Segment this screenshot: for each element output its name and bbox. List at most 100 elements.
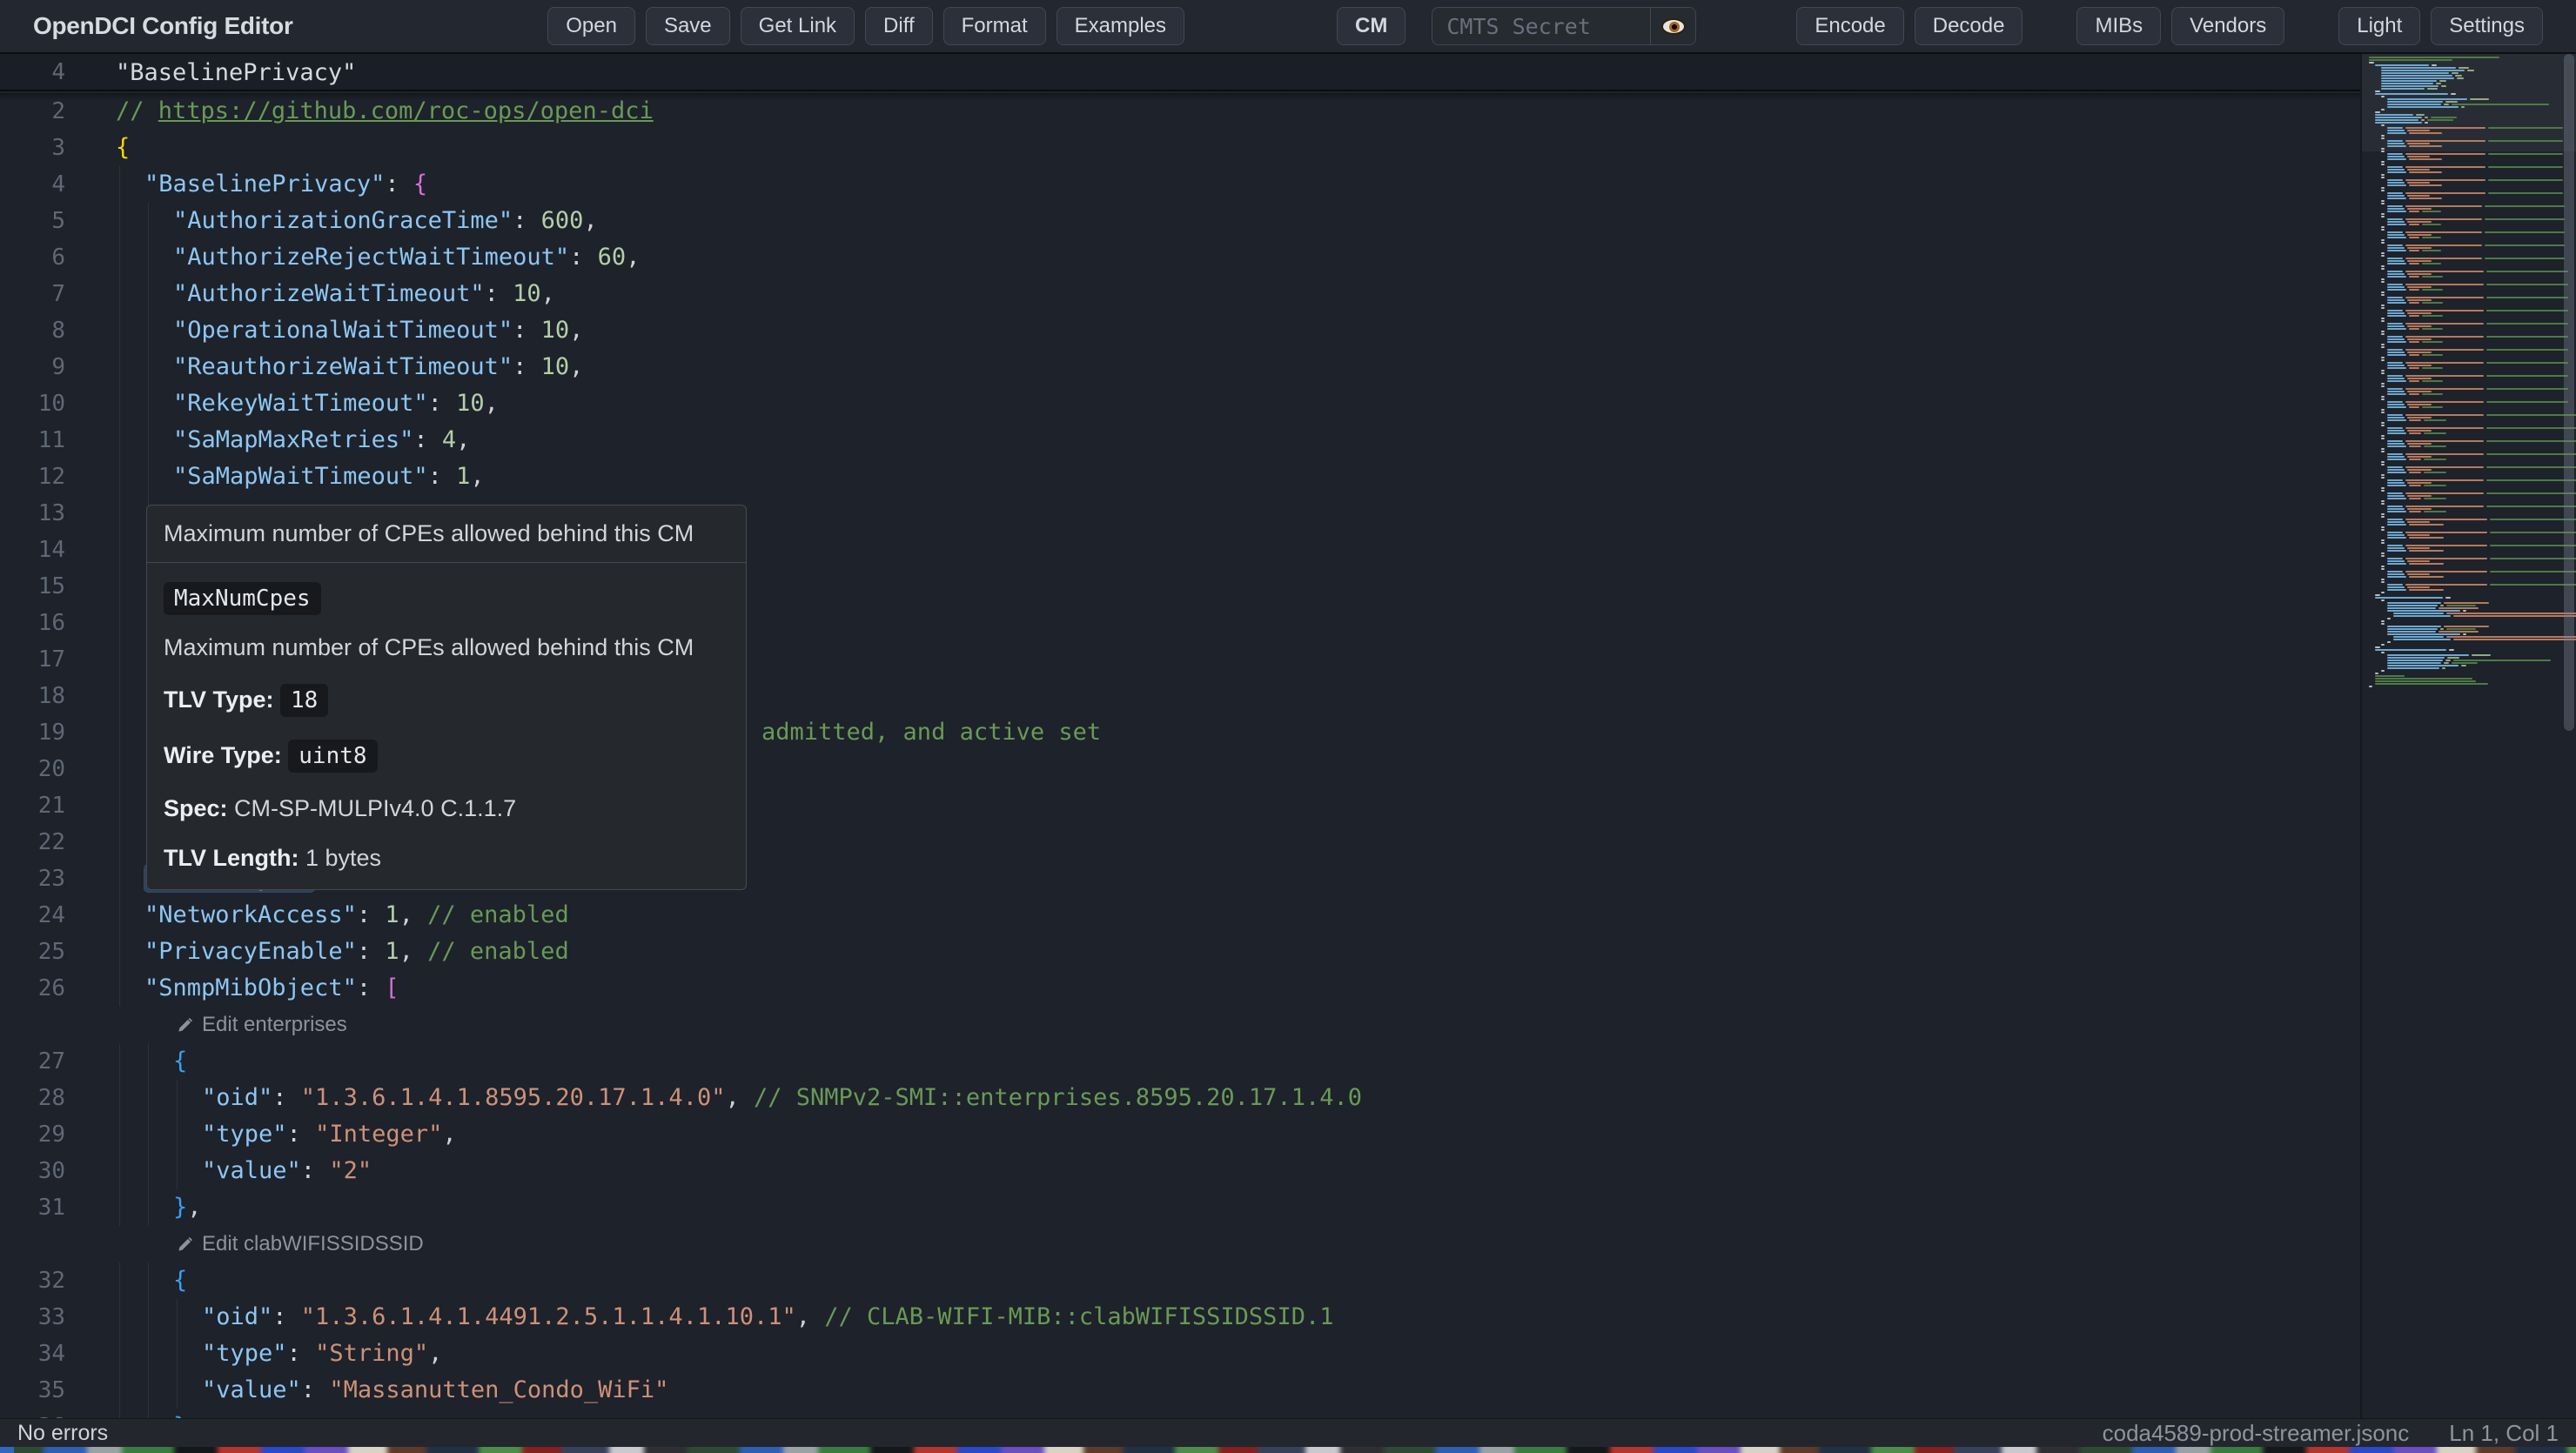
code-line[interactable]: 11"SaMapMaxRetries": 4,	[0, 422, 2360, 459]
minimap-segment	[2405, 258, 2482, 259]
code-token: 10	[456, 390, 485, 417]
format-button[interactable]: Format	[943, 7, 1046, 45]
indent-guides	[119, 349, 163, 385]
save-button[interactable]: Save	[646, 7, 730, 45]
code-line[interactable]: 28"oid": "1.3.6.1.4.1.8595.20.17.1.4.0",…	[0, 1080, 2360, 1116]
code-token: {	[173, 1048, 187, 1075]
minimap-segment	[2461, 665, 2466, 666]
status-bar: No errors coda4589-prod-streamer.jsonc L…	[0, 1418, 2576, 1447]
minimap-segment	[2387, 584, 2403, 586]
code-line[interactable]: 35"value": "Massanutten_Condo_WiFi"	[0, 1372, 2360, 1409]
minimap-segment	[2453, 615, 2576, 617]
minimap-line	[2362, 62, 2576, 64]
mibs-button[interactable]: MIBs	[2076, 7, 2161, 45]
code-token: :	[513, 207, 541, 234]
minimap-segment	[2407, 456, 2432, 458]
minimap-segment	[2486, 466, 2576, 468]
minimap-segment	[2438, 607, 2479, 609]
minimap-segment	[2387, 492, 2403, 494]
code-editor[interactable]: 2// https://github.com/roc-ops/open-dci3…	[0, 54, 2576, 1418]
minimap-line	[2362, 124, 2576, 126]
line-number: 9	[0, 349, 65, 385]
reveal-secret-button[interactable]	[1650, 8, 1695, 44]
minimap-line	[2362, 508, 2576, 510]
line-content: "AuthorizationGraceTime": 600,	[173, 203, 598, 239]
vendors-button[interactable]: Vendors	[2171, 7, 2284, 45]
code-line[interactable]: 33"oid": "1.3.6.1.4.1.4491.2.5.1.1.4.1.1…	[0, 1299, 2360, 1336]
indent-guides	[119, 312, 163, 349]
minimap-segment	[2405, 153, 2485, 155]
toolbar: OpenDCI Config Editor OpenSaveGet LinkDi…	[0, 0, 2576, 54]
minimap-segment	[2381, 203, 2385, 204]
code-line[interactable]: 12"SaMapWaitTimeout": 1,	[0, 459, 2360, 495]
code-line[interactable]: 8"OperationalWaitTimeout": 10,	[0, 312, 2360, 349]
minimap-line	[2362, 631, 2576, 633]
minimap-line	[2362, 70, 2576, 71]
line-content: "SaMapWaitTimeout": 1,	[173, 459, 485, 495]
code-lens-edit-clabwifissidssid[interactable]: Edit clabWIFISSIDSSID	[177, 1226, 424, 1262]
encode-button[interactable]: Encode	[1796, 7, 1903, 45]
minimap-line	[2362, 474, 2576, 476]
minimap-segment	[2407, 208, 2432, 210]
hover-tooltip: Maximum number of CPEs allowed behind th…	[146, 505, 747, 890]
line-content: {	[173, 1262, 187, 1299]
code-lens-edit-enterprises[interactable]: Edit enterprises	[177, 1007, 347, 1043]
code-line[interactable]: 6"AuthorizeRejectWaitTimeout": 60,	[0, 239, 2360, 276]
code-token: ,	[399, 938, 428, 965]
cmts-secret-input[interactable]	[1432, 8, 1650, 44]
light-button[interactable]: Light	[2338, 7, 2420, 45]
code-line[interactable]: 10"RekeyWaitTimeout": 10,	[0, 385, 2360, 422]
minimap-line	[2362, 140, 2576, 142]
code-line[interactable]: 34"type": "String",	[0, 1336, 2360, 1372]
code-token: :	[301, 1376, 330, 1403]
code-token: "String"	[315, 1340, 428, 1367]
code-line[interactable]: 9"ReauthorizeWaitTimeout": 10,	[0, 349, 2360, 385]
minimap-segment	[2486, 310, 2568, 311]
minimap-line	[2362, 432, 2576, 434]
code-line[interactable]: 7"AuthorizeWaitTimeout": 10,	[0, 276, 2360, 312]
editor-scrollbar[interactable]	[2564, 54, 2574, 731]
code-line[interactable]: 29"type": "Integer",	[0, 1116, 2360, 1153]
settings-button[interactable]: Settings	[2431, 7, 2543, 45]
minimap-segment	[2387, 195, 2405, 197]
indent-guides	[119, 1336, 191, 1372]
diff-button[interactable]: Diff	[865, 7, 933, 45]
minimap[interactable]	[2360, 54, 2576, 1418]
examples-button[interactable]: Examples	[1057, 7, 1184, 45]
minimap-segment	[2375, 117, 2422, 118]
minimap-segment	[2409, 524, 2444, 526]
code-line[interactable]: 4"BaselinePrivacy": {	[0, 166, 2360, 203]
minimap-line	[2362, 344, 2576, 345]
code-area[interactable]: 2// https://github.com/roc-ops/open-dci3…	[0, 54, 2360, 1418]
minimap-segment	[2486, 349, 2568, 351]
minimap-segment	[2409, 537, 2444, 539]
code-line[interactable]: 27{	[0, 1043, 2360, 1080]
code-line[interactable]: 26"SnmpMibObject": [	[0, 970, 2360, 1007]
code-token: [	[385, 974, 399, 1001]
minimap-segment	[2381, 70, 2465, 71]
code-line[interactable]: 3{	[0, 130, 2360, 166]
code-line[interactable]: 31},	[0, 1189, 2360, 1226]
minimap-segment	[2407, 169, 2430, 171]
minimap-line	[2362, 526, 2576, 528]
code-line[interactable]: 30"value": "2"	[0, 1153, 2360, 1189]
minimap-segment	[2387, 380, 2406, 382]
minimap-segment	[2381, 124, 2385, 126]
code-line[interactable]: 25"PrivacyEnable": 1, // enabled	[0, 934, 2360, 970]
cm-button[interactable]: CM	[1337, 7, 1405, 45]
minimap-line	[2362, 85, 2576, 87]
code-token: "oid"	[202, 1084, 272, 1111]
code-line[interactable]: 5"AuthorizationGraceTime": 600,	[0, 203, 2360, 239]
minimap-segment	[2445, 597, 2451, 599]
get-link-button[interactable]: Get Link	[741, 7, 855, 45]
sticky-scroll-line[interactable]: 4 "BaselinePrivacy": {	[0, 54, 2360, 91]
open-button[interactable]: Open	[547, 7, 635, 45]
code-line[interactable]: 36}	[0, 1409, 2360, 1418]
code-line[interactable]: 24"NetworkAccess": 1, // enabled	[0, 897, 2360, 934]
minimap-segment	[2405, 532, 2487, 533]
minimap-segment	[2387, 341, 2406, 343]
code-line[interactable]: 32{	[0, 1262, 2360, 1299]
minimap-segment	[2467, 70, 2474, 71]
decode-button[interactable]: Decode	[1915, 7, 2023, 45]
minimap-line	[2362, 151, 2576, 152]
